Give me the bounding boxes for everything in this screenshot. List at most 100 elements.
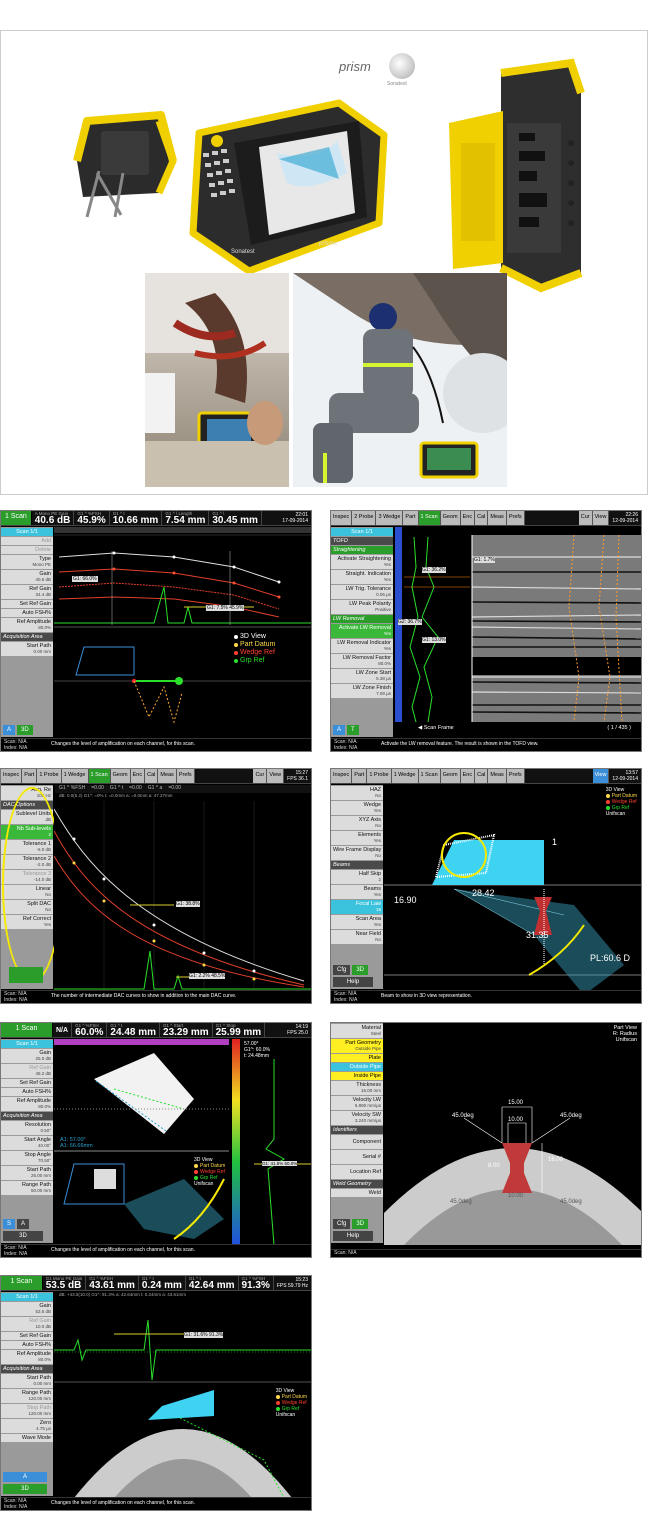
tab-scan[interactable]: 1 Scan (418, 769, 441, 783)
tab-meas[interactable]: Meas (488, 769, 507, 783)
help-button[interactable]: Help (333, 977, 373, 987)
menu-elements[interactable]: Elements Yes (331, 831, 383, 845)
menu-zero[interactable]: Zero 4.75 µs (1, 1419, 53, 1433)
menu-lw-trig-tolerance[interactable]: LW Trig. Tolerance 0.05 µs (331, 585, 393, 599)
scan-button[interactable]: 1 Scan (1, 1276, 43, 1290)
menu-component[interactable]: Component (331, 1135, 383, 1149)
scan-button[interactable]: 1 Scan (1, 1023, 53, 1037)
3d-button[interactable]: 3D (17, 725, 33, 735)
scan-selector[interactable]: Scan 1/1 (1, 1040, 53, 1048)
menu-haz[interactable]: HAZ No (331, 786, 383, 800)
tab-probe[interactable]: 1 Probe (37, 769, 62, 783)
menu-stop-angle[interactable]: Stop Angle 70.50° (1, 1151, 53, 1165)
scan-selector[interactable]: Scan 1/1 (1, 1293, 53, 1301)
tab-geom[interactable]: Geom (110, 769, 131, 783)
a-scan-button[interactable]: A (3, 725, 16, 735)
menu-ref-amplitude[interactable]: Ref Amplitude 80.0% (1, 618, 53, 632)
menu-lw-removal-indicator[interactable]: LW Removal Indicator Yes (331, 639, 393, 653)
tab-inspec[interactable]: Inspec (331, 511, 353, 525)
t-scan-button[interactable]: T (347, 725, 359, 735)
3d-button[interactable]: 3D (352, 965, 369, 975)
menu-location-ref[interactable]: Location Ref (331, 1165, 383, 1179)
menu-weld[interactable]: Weld (331, 1189, 383, 1197)
menu-ref-gain[interactable]: Ref Gain 45.2 dB (1, 1064, 53, 1078)
tab-inspec[interactable]: Inspec (1, 769, 23, 783)
option-outside-pipe[interactable]: Outside Pipe (331, 1063, 383, 1071)
tab-prefs[interactable]: Prefs (506, 511, 525, 525)
menu-auto-fsh[interactable]: Auto FSH% (1, 1341, 53, 1349)
tab-prefs[interactable]: Prefs (176, 769, 195, 783)
menu-gain[interactable]: Gain 40.6 dB (1, 570, 53, 584)
menu-range-path[interactable]: Range Path 50.00 mm (1, 1181, 53, 1195)
menu-auto-fsh[interactable]: Auto FSH% (1, 609, 53, 617)
menu-activate-straightening[interactable]: Activate Straightening Yes (331, 555, 393, 569)
tab-wedge[interactable]: 3 Wedge (376, 511, 404, 525)
menu-near-field[interactable]: Near Field No (331, 930, 383, 944)
cur-button[interactable]: Cur (253, 769, 268, 783)
tab-wedge[interactable]: 1 Wedge (391, 769, 419, 783)
menu-lw-zone-finish[interactable]: LW Zone Finish 7.08 µs (331, 684, 393, 698)
view-button[interactable]: View (592, 769, 610, 783)
help-button[interactable]: Help (333, 1231, 373, 1241)
3d-button[interactable]: 3D (352, 1219, 369, 1229)
cfg-button[interactable]: Cfg (333, 965, 351, 975)
a-scan-button[interactable]: A (17, 1219, 30, 1229)
menu-xyz-axis[interactable]: XYZ Axis No (331, 816, 383, 830)
tab-geom[interactable]: Geom (440, 511, 461, 525)
option-plate[interactable]: Plate (331, 1054, 383, 1062)
scan-selector[interactable]: Scan 1/1 (331, 528, 393, 536)
menu-wedge[interactable]: Wedge Yes (331, 801, 383, 815)
tab-probe[interactable]: 1 Probe (367, 769, 392, 783)
menu-velocity-lw[interactable]: Velocity LW 5.890 mm/µs (331, 1096, 383, 1110)
tab-scan[interactable]: 1 Scan (418, 511, 441, 525)
tab-prefs[interactable]: Prefs (506, 769, 525, 783)
tab-probe[interactable]: 2 Probe (352, 511, 377, 525)
menu-add[interactable]: Add (1, 537, 53, 545)
tab-geom[interactable]: Geom (440, 769, 461, 783)
menu-start-path[interactable]: Start Path 0.00 mm (1, 1374, 53, 1388)
3d-view[interactable]: 1 28.42 16.90 31.35 PL:60.6 D 3D View Pa… (384, 785, 641, 995)
menu-range-path[interactable]: Range Path 120.00 mm (1, 1389, 53, 1403)
tab-enc[interactable]: Enc (460, 511, 476, 525)
menu-set-ref-gain[interactable]: Set Ref Gain (1, 1332, 53, 1340)
menu-half-skip[interactable]: Half Skip 2 (331, 870, 383, 884)
tab-part[interactable]: Part (22, 769, 38, 783)
option-inside-pipe[interactable]: Inside Pipe (331, 1072, 383, 1080)
menu-ref-gain[interactable]: Ref Gain 34.4 dB (1, 585, 53, 599)
menu-resolution[interactable]: Resolution 0.50° (1, 1121, 53, 1135)
tab-inspec[interactable]: Inspec (331, 769, 353, 783)
scan-button[interactable]: 1 Scan (1, 511, 32, 525)
tab-enc[interactable]: Enc (460, 769, 476, 783)
menu-ref-amplitude[interactable]: Ref Amplitude 80.0% (1, 1350, 53, 1364)
menu-part-geometry[interactable]: Part Geometry Outside Pipe (331, 1039, 383, 1053)
tab-part[interactable]: Part (352, 769, 368, 783)
view-button[interactable]: View (592, 511, 610, 525)
a-scan-button[interactable]: A (3, 1472, 47, 1482)
menu-stop-path[interactable]: Stop Path 120.00 mm (1, 1404, 53, 1418)
menu-delete[interactable]: Delete (1, 546, 53, 554)
menu-straight-indication[interactable]: Straight. Indication Yes (331, 570, 393, 584)
menu-lw-peak-polarity[interactable]: LW Peak Polarity Positive (331, 600, 393, 614)
menu-gain[interactable]: Gain 53.5 dB (1, 1302, 53, 1316)
tab-cal[interactable]: Cal (145, 769, 159, 783)
menu-start-path[interactable]: Start Path 25.00 mm (1, 1166, 53, 1180)
dac-view[interactable]: G1: 38.8% G1: 2.2% 48.5% (53, 801, 311, 991)
tab-meas[interactable]: Meas (158, 769, 177, 783)
tab-cal[interactable]: Cal (475, 769, 489, 783)
menu-scan-area[interactable]: Scan Area Yes (331, 915, 383, 929)
menu-serial[interactable]: Serial # (331, 1150, 383, 1164)
menu-start-angle[interactable]: Start Angle 40.00° (1, 1136, 53, 1150)
sector-view[interactable]: 57.00° G1^: 60.0% t: 24.48mm A1: 57.00° A1:… (54, 1039, 311, 1246)
tab-scan[interactable]: 1 Scan (88, 769, 111, 783)
3d-button[interactable]: 3D (3, 1484, 47, 1494)
menu-material[interactable]: Material Steel (331, 1024, 383, 1038)
s-scan-button[interactable]: S (3, 1219, 16, 1229)
menu-wave-mode[interactable]: Wave Mode (1, 1434, 53, 1442)
menu-focal-law[interactable]: Focal Law 18 (331, 900, 383, 914)
pipe-view[interactable]: G1: 31.6% 91.3% 3D View Part Datum Wedge… (54, 1300, 311, 1499)
tab-wedge[interactable]: 1 Wedge (61, 769, 89, 783)
menu-ref-gain[interactable]: Ref Gain 10.0 dB (1, 1317, 53, 1331)
menu-auto-fsh[interactable]: Auto FSH% (1, 1088, 53, 1096)
menu-set-ref-gain[interactable]: Set Ref Gain (1, 600, 53, 608)
menu-lw-zone-start[interactable]: LW Zone Start 5.38 µs (331, 669, 393, 683)
